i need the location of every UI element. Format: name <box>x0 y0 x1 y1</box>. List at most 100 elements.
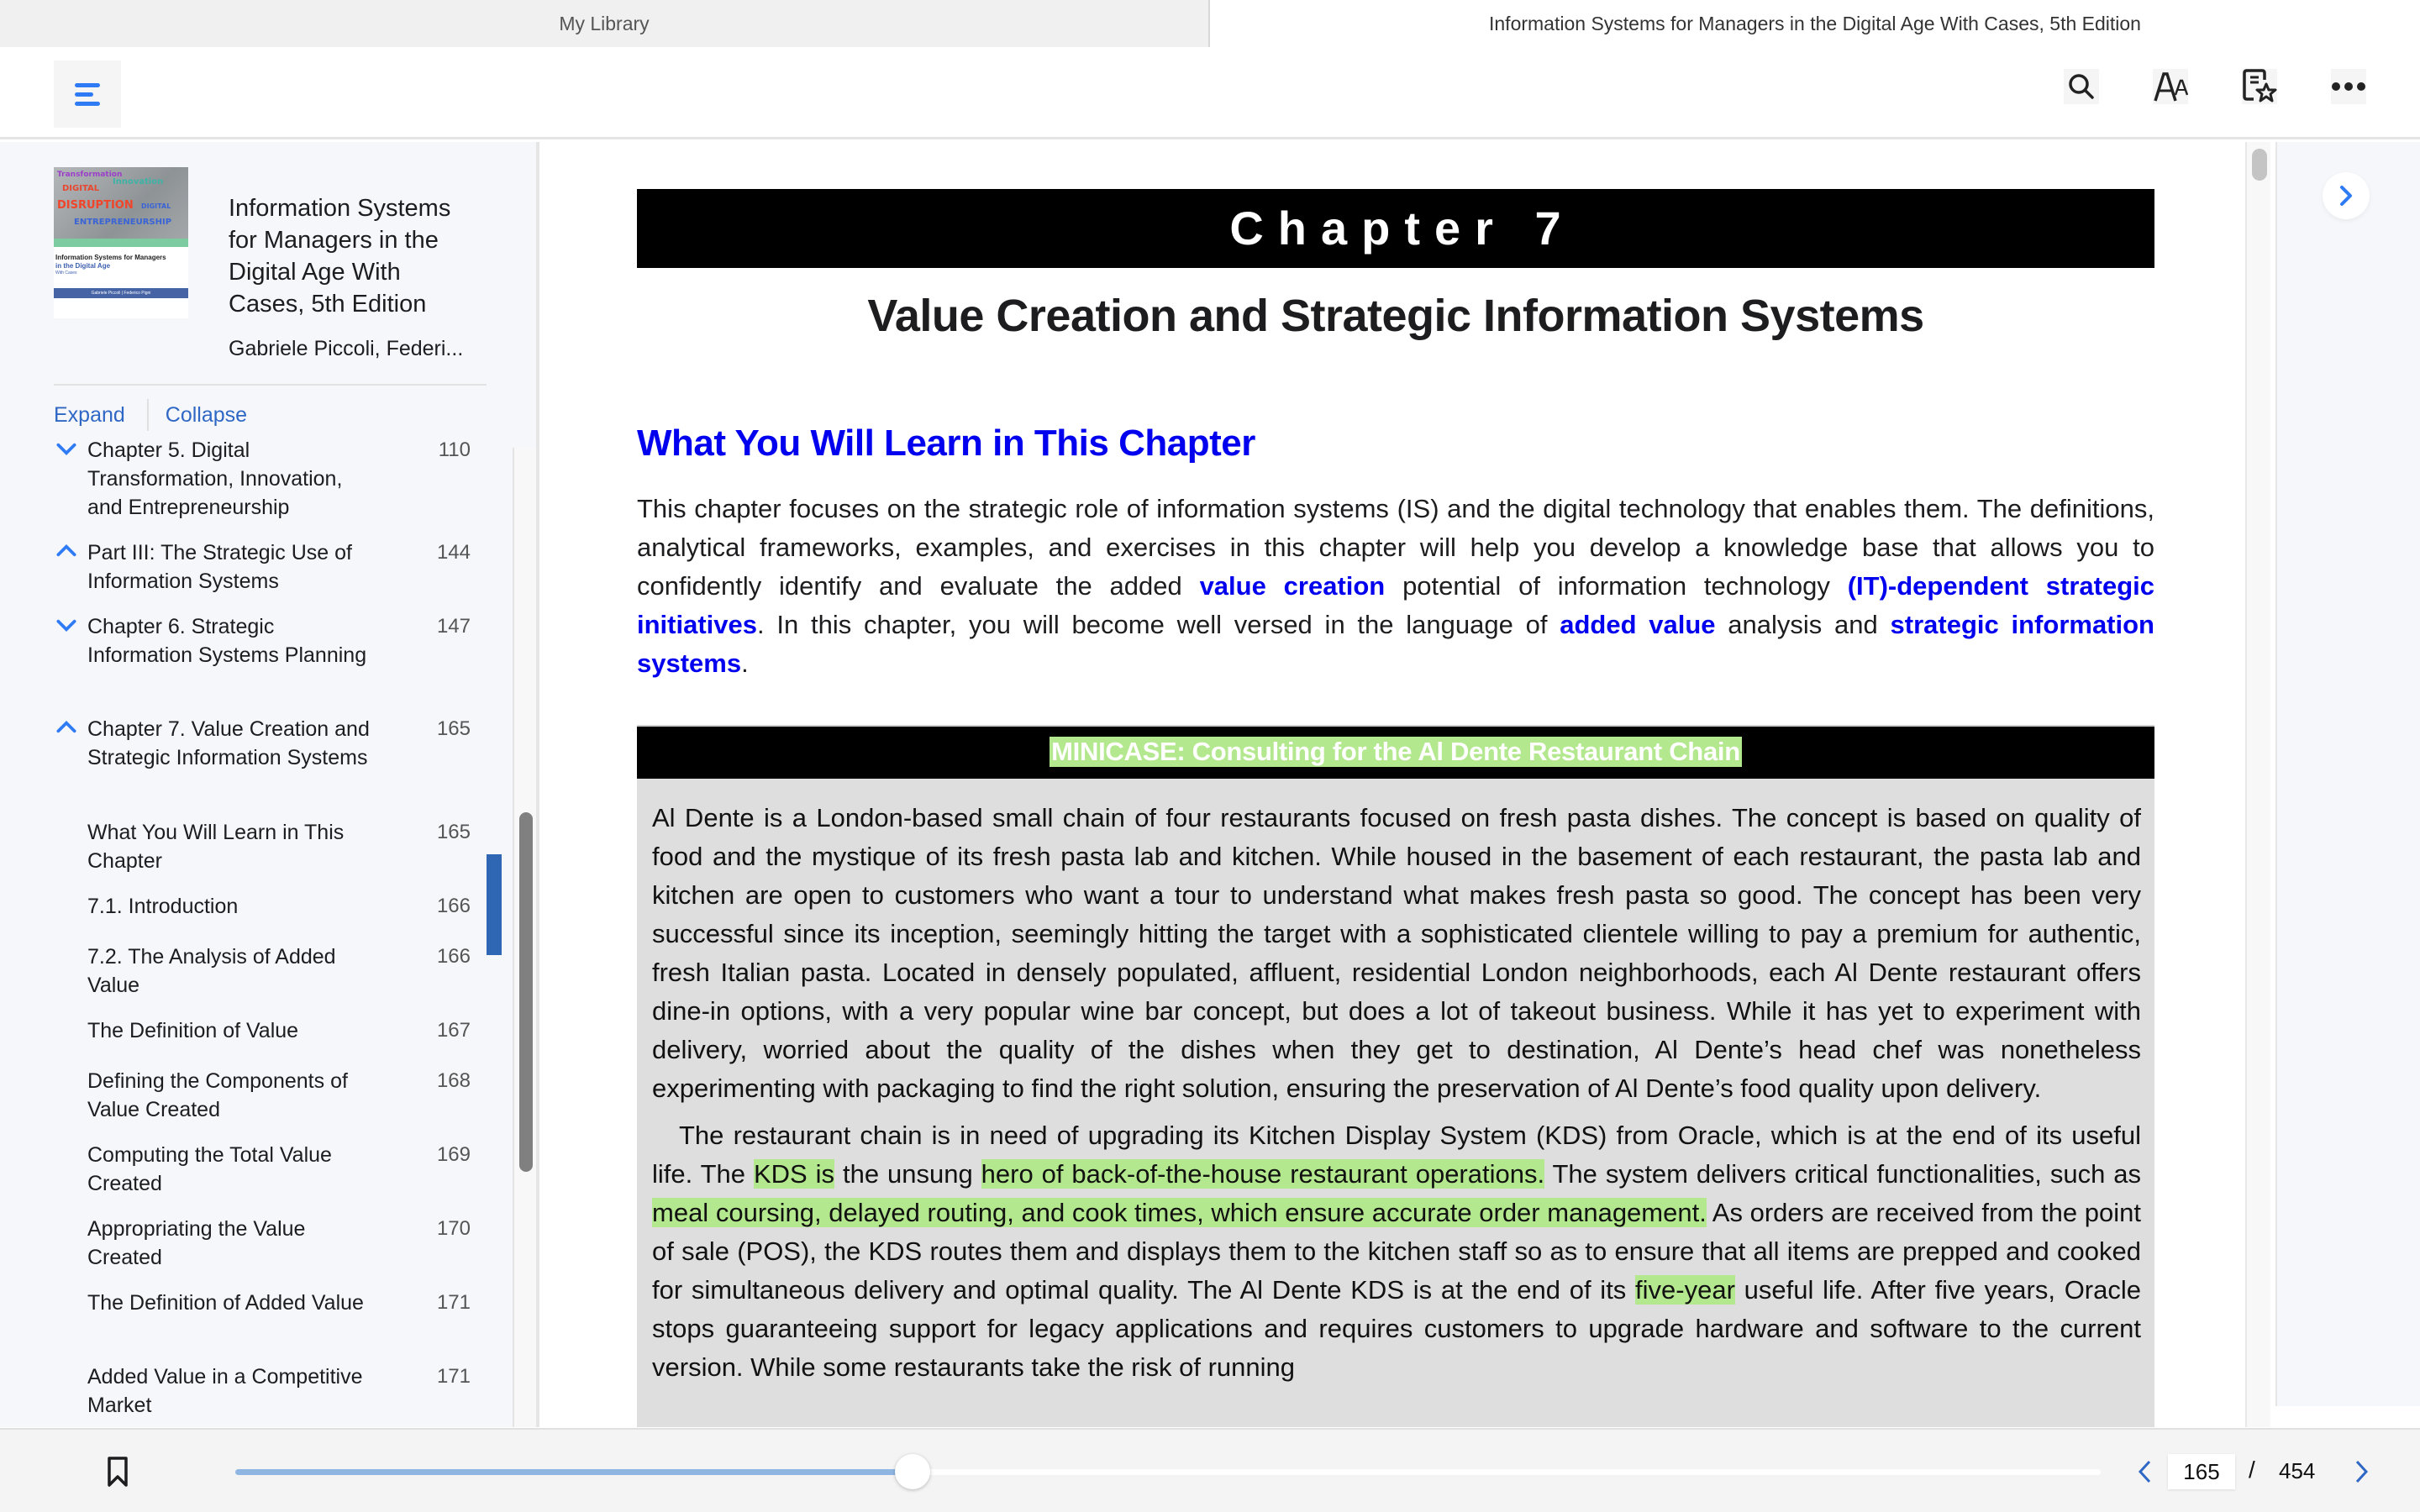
keyword-link[interactable]: added value <box>1560 610 1715 639</box>
tab-label: Information Systems for Managers in the … <box>1489 12 2141 34</box>
highlighted-text[interactable]: five-year <box>1635 1275 1735 1305</box>
hamburger-menu-icon-line <box>75 92 93 97</box>
book-info-card: Transformation DIGITAL Innovation DISRUP… <box>54 167 491 360</box>
text-run: potential of information technology <box>1385 571 1848 601</box>
toc-item-page: 165 <box>436 717 471 740</box>
toc-item-label: Chapter 5. Digital Transformation, Innov… <box>87 438 343 519</box>
minicase-box: MINICASE: Consulting for the Al Dente Re… <box>637 725 2154 1427</box>
text-run: analysis and <box>1715 610 1891 639</box>
chevron-right-icon <box>2355 1460 2369 1483</box>
intro-paragraph: This chapter focuses on the strategic ro… <box>637 490 2154 683</box>
text-run: The system delivers critical functionali… <box>1544 1159 2141 1189</box>
cover-artwork: Transformation DIGITAL Innovation DISRUP… <box>54 167 188 239</box>
cover-word: Innovation <box>113 177 164 186</box>
book-author: Gabriele Piccoli, Federi... <box>229 337 464 360</box>
chevron-up-icon[interactable] <box>54 715 79 740</box>
bookmark-icon <box>108 1457 128 1487</box>
toc-item-page: 147 <box>436 615 471 638</box>
window-tab-bar: My Library Information Systems for Manag… <box>0 0 2420 47</box>
next-section-button[interactable] <box>2323 172 2370 219</box>
total-pages: 454 <box>2279 1458 2316 1483</box>
reading-progress-thumb[interactable] <box>894 1454 930 1489</box>
previous-page-button[interactable] <box>2133 1455 2158 1488</box>
highlighted-text[interactable]: KDS is <box>753 1159 835 1189</box>
tab-current-book[interactable]: Information Systems for Managers in the … <box>1210 0 2420 47</box>
toc-expand-collapse: Expand Collapse <box>54 398 247 432</box>
cover-word: ENTREPRENEURSHIP <box>74 218 172 227</box>
toc-scrollbar-thumb[interactable] <box>519 812 533 1172</box>
reader-scrollbar[interactable] <box>2245 142 2270 1427</box>
chevron-down-icon[interactable] <box>54 436 79 461</box>
bookmarked-notes-icon <box>2243 69 2277 102</box>
minicase-paragraph: Al Dente is a London-based small chain o… <box>652 803 2141 1103</box>
search-icon <box>2069 74 2094 99</box>
toc-item-page: 170 <box>436 1217 471 1240</box>
table-of-contents-panel: Transformation DIGITAL Innovation DISRUP… <box>0 142 539 1427</box>
reading-progress-slider[interactable] <box>235 1454 2101 1489</box>
toc-item-page: 168 <box>436 1069 471 1092</box>
right-gutter <box>2275 142 2420 1406</box>
toc-item-label: What You Will Learn in This Chapter <box>87 821 345 873</box>
more-horizontal-icon <box>2332 82 2365 91</box>
minicase-paragraph: The restaurant chain is in need of upgra… <box>652 1116 2141 1387</box>
toc-item-label: The Definition of Value <box>87 1019 299 1042</box>
toc-item-page: 167 <box>436 1019 471 1042</box>
book-more-options-icon[interactable]: ••• <box>538 204 539 213</box>
toc-toggle-button[interactable] <box>54 60 121 128</box>
toc-item-label: 7.1. Introduction <box>87 895 239 918</box>
hamburger-menu-icon-line <box>75 101 100 106</box>
book-cover[interactable]: Transformation DIGITAL Innovation DISRUP… <box>54 167 188 318</box>
sidebar-divider <box>54 384 487 386</box>
highlighted-text[interactable]: hero of back-of-the-house restaurant ope… <box>981 1159 1545 1189</box>
keyword-link[interactable]: value creation <box>1200 571 1386 601</box>
highlighted-text[interactable]: meal coursing, delayed routing, and cook… <box>652 1198 1707 1227</box>
page-separator: / <box>2249 1457 2255 1483</box>
cover-word: DIGITAL <box>141 202 171 210</box>
cover-subtitle: in the Digital Age <box>55 262 111 270</box>
collapse-all-link[interactable]: Collapse <box>166 403 247 428</box>
toc-item-page: 110 <box>438 438 471 461</box>
toc-item-label: The Definition of Added Value <box>87 1291 364 1315</box>
toc-item-label: Part III: The Strategic Use of Informati… <box>87 541 352 593</box>
toc-item-page: 171 <box>436 1365 471 1388</box>
text-run: . <box>741 648 749 678</box>
expand-all-link[interactable]: Expand <box>54 403 125 428</box>
reader-scrollbar-thumb[interactable] <box>2252 149 2267 181</box>
notes-bookmarks-button[interactable] <box>2242 69 2277 104</box>
next-page-button[interactable] <box>2349 1455 2374 1488</box>
current-page-input[interactable] <box>2168 1454 2235 1489</box>
text-size-button[interactable] <box>2153 69 2188 104</box>
toc-item-page: 144 <box>436 541 471 564</box>
toc-item-page: 166 <box>436 945 471 968</box>
chevron-down-icon[interactable] <box>54 612 79 638</box>
toc-item-label: Chapter 7. Value Creation and Strategic … <box>87 717 370 769</box>
minicase-body: Al Dente is a London-based small chain o… <box>652 799 2141 1395</box>
toc-item-label: Added Value in a Competitive Market <box>87 1365 363 1417</box>
minicase-header: MINICASE: Consulting for the Al Dente Re… <box>637 727 2154 779</box>
toc-item-label: Computing the Total Value Created <box>87 1143 332 1195</box>
chevron-left-icon <box>2138 1460 2151 1483</box>
text-run: the unsung <box>834 1159 981 1189</box>
toc-item-label: Defining the Components of Value Created <box>87 1069 348 1121</box>
reading-pane: Chapter 7 Value Creation and Strategic I… <box>543 142 2275 1427</box>
text-run: . In this chapter, you will become well … <box>757 610 1560 639</box>
chevron-right-icon <box>2340 186 2352 206</box>
cover-word: DIGITAL <box>62 184 100 193</box>
search-button[interactable] <box>2064 69 2099 104</box>
text-size-icon <box>2154 72 2188 102</box>
toc-item-page: 169 <box>436 1143 471 1166</box>
book-title: Information Systems for Managers in the … <box>229 195 451 318</box>
current-chapter-indicator <box>487 854 502 955</box>
tab-my-library[interactable]: My Library <box>0 0 1210 47</box>
bookmark-button[interactable] <box>101 1453 134 1490</box>
more-options-button[interactable] <box>2331 69 2366 104</box>
toc-list: Chapter 5. Digital Transformation, Innov… <box>0 436 513 1427</box>
cover-title: Information Systems for Managers <box>55 254 166 261</box>
section-heading: What You Will Learn in This Chapter <box>637 423 1255 464</box>
tab-label: My Library <box>559 12 650 34</box>
chevron-up-icon[interactable] <box>54 538 79 564</box>
toc-item-page: 165 <box>436 821 471 843</box>
cover-tagline: With Cases <box>55 270 77 276</box>
minicase-title[interactable]: MINICASE: Consulting for the Al Dente Re… <box>1050 737 1742 767</box>
chapter-title: Value Creation and Strategic Information… <box>867 291 1924 341</box>
